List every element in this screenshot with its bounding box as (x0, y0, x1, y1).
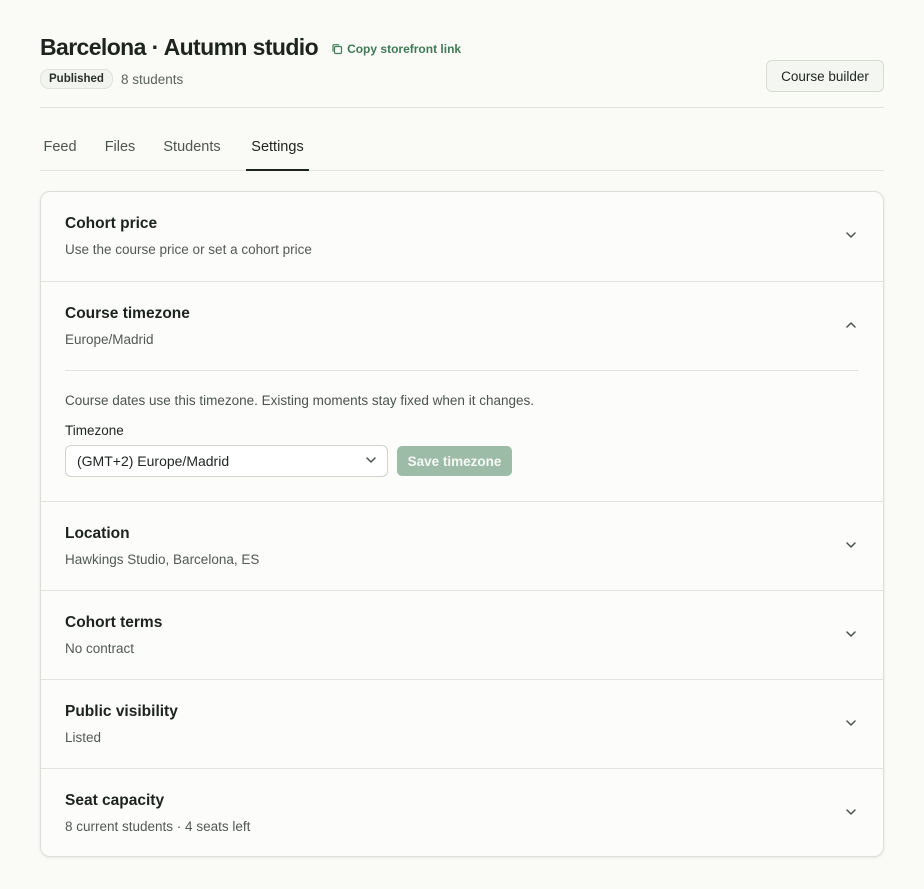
page-title: Barcelona · Autumn studio (40, 34, 319, 60)
section-title: Location (65, 525, 130, 542)
timezone-note: Course dates use this timezone. Existing… (65, 393, 534, 408)
copy-storefront-link[interactable]: Copy storefront link (331, 42, 461, 56)
section-title: Seat capacity (65, 792, 165, 809)
timezone-select-value: (GMT+2) Europe/Madrid (77, 453, 230, 469)
section-title: Course timezone (65, 305, 190, 322)
course-header: Barcelona · Autumn studio Copy storefron… (40, 0, 884, 108)
timezone-panel: Course dates use this timezone. Existing… (65, 370, 859, 477)
tab-feed[interactable]: Feed (40, 139, 80, 171)
title-row: Barcelona · Autumn studio Copy storefron… (40, 34, 461, 61)
section-title: Cohort terms (65, 614, 163, 631)
section-subtitle: No contract (65, 641, 135, 656)
section-public-visibility[interactable]: Public visibility Listed (41, 679, 883, 768)
chevron-down-icon[interactable] (845, 630, 857, 638)
section-subtitle: Europe/Madrid (65, 332, 154, 347)
page: Barcelona · Autumn studio Copy storefron… (40, 0, 884, 857)
students-count: 8 students (120, 71, 184, 87)
chevron-down-icon[interactable] (845, 808, 857, 816)
chevron-down-icon[interactable] (845, 231, 857, 239)
section-location[interactable]: Location Hawkings Studio, Barcelona, ES (41, 501, 883, 590)
meta-row: Published 8 students (40, 69, 183, 89)
chevron-down-icon[interactable] (845, 719, 857, 727)
copy-icon (332, 43, 343, 54)
timezone-field-row: (GMT+2) Europe/Madrid Save timezone (65, 445, 859, 477)
section-seat-capacity[interactable]: Seat capacity 8 current students · 4 sea… (41, 768, 883, 856)
section-cohort-price[interactable]: Cohort price Use the course price or set… (41, 192, 883, 281)
save-timezone-button[interactable]: Save timezone (397, 446, 512, 476)
section-course-timezone: Course timezone Europe/Madrid Course dat… (41, 281, 883, 501)
course-builder-button[interactable]: Course builder (766, 60, 884, 92)
divider (65, 370, 859, 371)
tab-bar: Feed Files Students Settings (40, 108, 884, 171)
copy-storefront-link-label: Copy storefront link (347, 41, 462, 56)
timezone-field-label: Timezone (65, 423, 124, 438)
section-title: Cohort price (65, 215, 158, 232)
section-subtitle: Use the course price or set a cohort pri… (65, 242, 312, 257)
section-subtitle: 8 current students · 4 seats left (65, 819, 251, 834)
status-badge: Published (40, 69, 113, 89)
settings-card: Cohort price Use the course price or set… (40, 191, 884, 857)
chevron-down-icon[interactable] (845, 541, 857, 549)
tab-settings[interactable]: Settings (246, 139, 309, 171)
section-subtitle: Hawkings Studio, Barcelona, ES (65, 552, 260, 567)
chevron-up-icon[interactable] (845, 321, 857, 329)
chevron-down-icon (366, 457, 376, 463)
section-subtitle: Listed (65, 730, 102, 745)
tab-files[interactable]: Files (100, 139, 140, 171)
tab-students[interactable]: Students (158, 139, 226, 171)
timezone-select[interactable]: (GMT+2) Europe/Madrid (65, 445, 388, 477)
section-title: Public visibility (65, 703, 178, 720)
section-cohort-terms[interactable]: Cohort terms No contract (41, 590, 883, 679)
